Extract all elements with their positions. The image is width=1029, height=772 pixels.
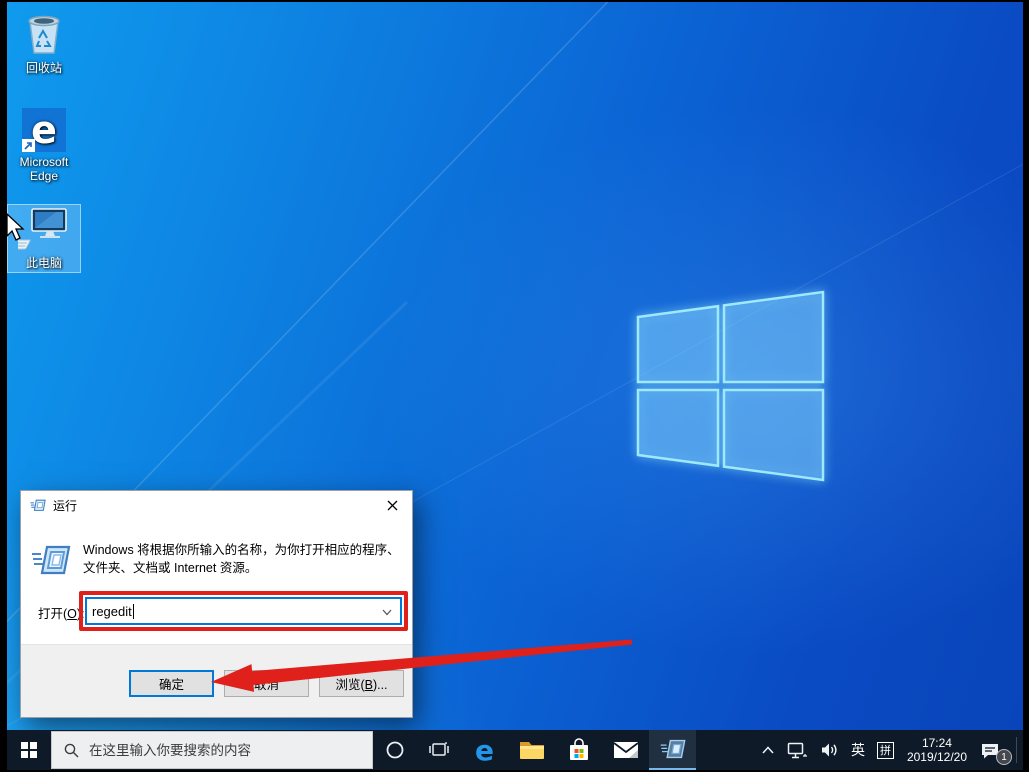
desktop-icon-label: Microsoft bbox=[19, 155, 69, 169]
taskbar-search[interactable] bbox=[51, 731, 373, 769]
mail-icon bbox=[612, 742, 639, 758]
action-center-button[interactable]: 1 bbox=[974, 730, 1014, 770]
edge-icon: e bbox=[475, 733, 494, 767]
run-command-combobox[interactable]: regedit bbox=[85, 597, 402, 625]
edge-desktop-icon: e bbox=[7, 102, 81, 152]
taskbar-file-explorer-button[interactable] bbox=[508, 730, 555, 770]
shortcut-arrow-icon bbox=[22, 139, 35, 152]
tray-network[interactable] bbox=[781, 730, 814, 770]
notification-badge: 1 bbox=[996, 749, 1012, 765]
windows-logo bbox=[636, 290, 825, 482]
ime-pinyin-icon: 拼 bbox=[876, 741, 894, 759]
tray-ime-mode[interactable]: 拼 bbox=[871, 730, 900, 770]
dialog-message: Windows 将根据你所输入的名称，为你打开相应的程序、 文件夹、文档或 In… bbox=[83, 543, 400, 575]
start-button[interactable] bbox=[7, 730, 51, 770]
ok-button[interactable]: 确定 bbox=[129, 670, 214, 697]
tray-clock[interactable]: 17:24 2019/12/20 bbox=[900, 736, 974, 764]
run-dialog-body: Windows 将根据你所输入的名称，为你打开相应的程序、 文件夹、文档或 In… bbox=[21, 519, 412, 646]
tray-volume[interactable] bbox=[814, 730, 845, 770]
annotation-highlight-box: regedit bbox=[79, 591, 408, 631]
windows-start-icon bbox=[21, 742, 37, 758]
run-dialog-footer: 确定 取消 浏览(B)... bbox=[21, 644, 412, 717]
close-icon bbox=[387, 500, 397, 510]
tray-show-hidden-icons[interactable] bbox=[755, 730, 781, 770]
run-dialog: 运行 Windows 将根据你所输入的名称，为你打开相应的程序、 文件夹、文档或… bbox=[20, 490, 413, 718]
search-input[interactable] bbox=[89, 742, 339, 758]
dialog-title: 运行 bbox=[53, 498, 78, 513]
desktop-screen: 回收站 e Microsoft Edge 此电脑 运行 Windows 将根据你… bbox=[7, 2, 1023, 770]
task-view-button[interactable] bbox=[417, 730, 461, 770]
desktop-icon-recycle-bin[interactable]: 回收站 bbox=[7, 6, 81, 76]
desktop-icon-label2: Edge bbox=[29, 169, 59, 183]
speaker-icon bbox=[821, 743, 837, 757]
tray-ime-language[interactable]: 英 bbox=[845, 730, 871, 770]
recycle-bin-icon bbox=[7, 6, 81, 56]
microsoft-store-icon bbox=[569, 738, 588, 760]
taskbar-run-app-button[interactable] bbox=[649, 730, 696, 770]
run-icon bbox=[30, 499, 46, 511]
taskbar-store-button[interactable] bbox=[555, 730, 602, 770]
run-app-icon bbox=[660, 739, 686, 759]
chevron-up-icon bbox=[762, 746, 774, 754]
file-explorer-icon bbox=[519, 742, 544, 759]
mouse-cursor bbox=[7, 213, 25, 241]
system-tray: 英 拼 17:24 2019/12/20 1 bbox=[755, 730, 1023, 770]
taskbar-mail-button[interactable] bbox=[602, 730, 649, 770]
cancel-button[interactable]: 取消 bbox=[224, 670, 309, 697]
taskbar: e bbox=[7, 730, 1023, 770]
cortana-icon bbox=[386, 741, 404, 759]
chevron-down-icon[interactable] bbox=[381, 606, 393, 618]
browse-button[interactable]: 浏览(B)... bbox=[319, 670, 404, 697]
desktop-icon-label: 回收站 bbox=[25, 61, 62, 75]
text-caret bbox=[132, 603, 134, 619]
desktop-icon-label: 此电脑 bbox=[25, 256, 62, 270]
run-icon-large bbox=[32, 545, 71, 575]
run-command-value: regedit bbox=[92, 603, 132, 619]
taskbar-edge-button[interactable]: e bbox=[461, 730, 508, 770]
open-field-label: 打开(O): bbox=[38, 607, 85, 621]
search-icon bbox=[64, 743, 79, 757]
cortana-button[interactable] bbox=[373, 730, 417, 770]
run-dialog-titlebar[interactable]: 运行 bbox=[21, 491, 412, 519]
network-icon bbox=[787, 742, 807, 758]
desktop-icon-microsoft-edge[interactable]: e Microsoft Edge bbox=[7, 102, 81, 183]
tray-time: 17:24 bbox=[921, 736, 952, 750]
tray-date: 2019/12/20 bbox=[906, 750, 967, 764]
task-view-icon bbox=[429, 742, 449, 756]
close-button[interactable] bbox=[376, 493, 408, 517]
show-desktop-button[interactable] bbox=[1017, 730, 1023, 770]
